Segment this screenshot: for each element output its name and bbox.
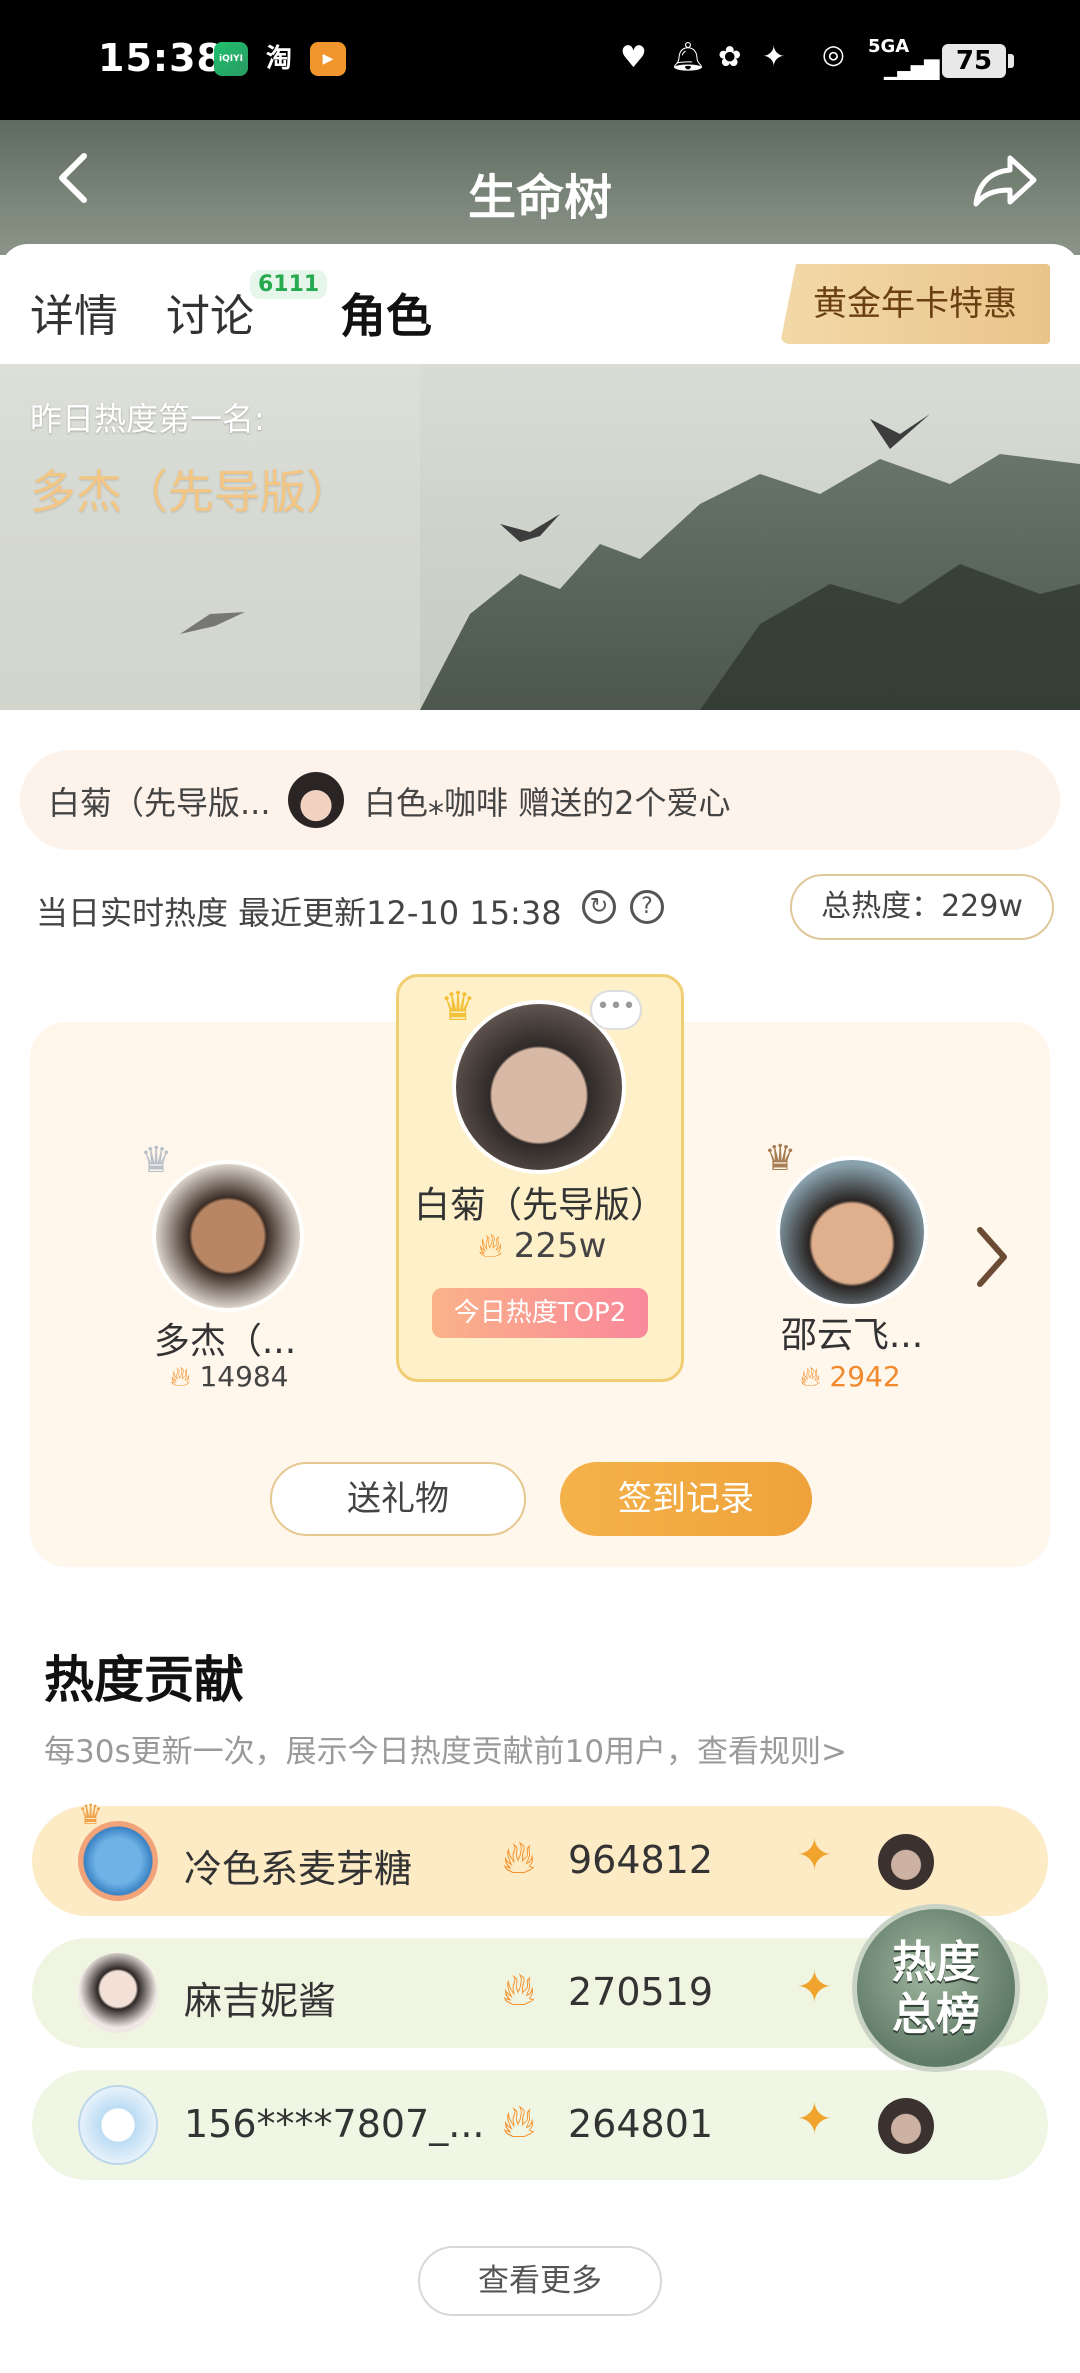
contribution-value: 964812 — [568, 1838, 714, 1882]
float-button-label: 热度 总榜 — [892, 1937, 980, 2040]
contributor-name: 麻吉妮酱 — [184, 1979, 337, 2023]
rank-first-heat: 225w — [513, 1226, 607, 1266]
battery-icon: 75 — [942, 44, 1014, 78]
flame-icon: 🔥︎ — [502, 2094, 536, 2148]
flame-icon: 🔥︎ — [170, 1360, 191, 1393]
banner-top-character: 多杰（先导版） — [30, 465, 352, 519]
app-status-icon: ✿ — [718, 40, 742, 73]
bell-status-icon: 🔔︎ — [670, 40, 706, 73]
network-label: 5GA — [868, 36, 910, 57]
contribution-value: 270519 — [568, 1970, 714, 2014]
hero-banner[interactable]: 昨日热度第一名: 多杰（先导版） — [0, 364, 1080, 710]
taobao-app-icon: 淘 — [265, 44, 292, 74]
magic-wand-icon: ✦ — [796, 2094, 833, 2145]
magic-wand-icon: ✦ — [796, 1962, 833, 2013]
contribution-description[interactable]: 每30s更新一次，展示今日热度贡献前10用户，查看规则> — [44, 1726, 847, 1771]
signal-icon: ▁▃▅▇ — [884, 56, 940, 80]
tab-discussion[interactable]: 讨论 — [166, 280, 254, 344]
total-heat-badge: 总热度：229w — [790, 874, 1054, 940]
send-gift-button[interactable]: 送礼物 — [270, 1462, 526, 1536]
silver-crown-icon: ♛ — [140, 1140, 173, 1181]
video-app-icon: ▶ — [310, 42, 346, 76]
tab-details[interactable]: 详情 — [30, 280, 118, 344]
banner-subtitle: 昨日热度第一名: — [30, 400, 265, 438]
gold-crown-icon: ♛ — [440, 984, 476, 1030]
contribution-row[interactable]: ♛ 冷色系麦芽糖 🔥︎ 964812 ✦ — [32, 1798, 1048, 1916]
flame-icon: 🔥︎ — [502, 1830, 536, 1884]
chevron-right-icon[interactable] — [972, 1222, 1012, 1292]
contribution-row[interactable]: 156****7807_... 🔥︎ 264801 ✦ — [32, 2070, 1048, 2180]
vip-promo-button[interactable]: 黄金年卡特惠 — [780, 264, 1050, 344]
checkin-record-button[interactable]: 签到记录 — [560, 1462, 812, 1536]
notice-message: 白色⁎咖啡 赠送的2个爱心 — [364, 784, 731, 822]
status-time: 15:38 — [98, 36, 224, 80]
rank-third-heat: 2942 — [829, 1360, 901, 1393]
chat-bubble-icon[interactable]: ••• — [590, 990, 642, 1030]
user-avatar — [78, 1953, 158, 2033]
help-icon[interactable]: ? — [630, 890, 664, 924]
sender-avatar — [288, 772, 344, 828]
character-avatar-shaoyunfei[interactable] — [776, 1156, 928, 1308]
flame-icon: 🔥︎ — [502, 1962, 536, 2016]
flame-icon: 🔥︎ — [478, 1226, 503, 1266]
hotspot-icon: ◎ — [822, 40, 845, 70]
discussion-count-badge: 6111 — [250, 270, 328, 299]
heart-status-icon: ♥ — [620, 40, 647, 75]
character-avatar-duojie[interactable] — [152, 1160, 304, 1312]
butterfly-status-icon: ✦ — [762, 40, 786, 73]
rank-third-heat-row: 🔥︎ 2942 — [800, 1360, 901, 1394]
flame-icon: 🔥︎ — [800, 1360, 821, 1393]
bronze-crown-icon: ♛ — [764, 1138, 797, 1179]
tab-characters[interactable]: 角色 — [340, 280, 432, 346]
iqiyi-app-icon: iQIYI — [214, 42, 248, 76]
realtime-heat-label: 当日实时热度 最近更新12-10 15:38 — [36, 894, 562, 932]
tab-bar: 详情 讨论 6111 角色 黄金年卡特惠 — [0, 244, 1080, 364]
contributor-name: 冷色系麦芽糖 — [184, 1847, 413, 1891]
user-avatar — [78, 1821, 158, 1901]
heat-leaderboard-float-button[interactable]: 热度 总榜 — [852, 1904, 1020, 2072]
status-bar: 15:38 iQIYI 淘 ▶ ♥ 🔔︎ ✿ ✦ ◎ 5GA ▁▃▅▇ 75 — [0, 0, 1080, 120]
character-mini-avatar — [878, 1834, 934, 1890]
rank-second-heat-row: 🔥︎ 14984 — [170, 1360, 289, 1394]
top2-badge: 今日热度TOP2 — [432, 1288, 648, 1338]
rank-first-name: 白菊（先导版） — [413, 1185, 666, 1226]
contributor-name: 156****7807_... — [184, 2102, 485, 2146]
page-title: 生命树 — [467, 170, 612, 226]
rank-first-heat-row: 🔥︎ 225w — [478, 1226, 606, 1266]
refresh-icon[interactable]: ↻ — [582, 890, 616, 924]
magic-wand-icon: ✦ — [796, 1830, 833, 1881]
contribution-value: 264801 — [568, 2102, 714, 2146]
notice-character: 白菊（先导版... — [48, 784, 271, 822]
view-more-button[interactable]: 查看更多 — [418, 2246, 662, 2316]
contribution-title: 热度贡献 — [44, 1651, 244, 1709]
rank-third-name: 邵云飞... — [780, 1315, 924, 1356]
default-user-avatar — [78, 2085, 158, 2165]
rank-second-name: 多杰（... — [153, 1321, 297, 1362]
top-navigation: 生命树 — [0, 120, 1080, 255]
crown-icon: ♛ — [78, 1798, 104, 1831]
gift-notice[interactable]: 白菊（先导版... 白色⁎咖啡 赠送的2个爱心 — [20, 750, 1060, 850]
rank-second-heat: 14984 — [199, 1360, 289, 1393]
character-mini-avatar — [878, 2098, 934, 2154]
share-arrow-icon[interactable] — [970, 150, 1040, 210]
